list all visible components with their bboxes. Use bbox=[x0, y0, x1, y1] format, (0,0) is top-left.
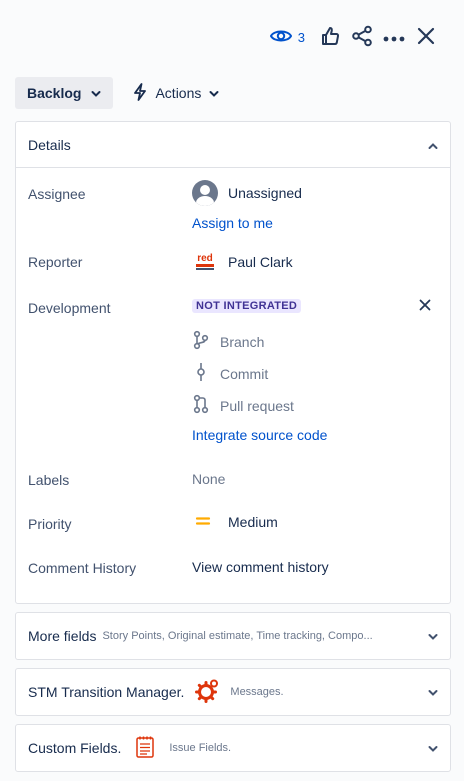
assignee-value: Unassigned bbox=[228, 185, 302, 201]
dev-item-label: Commit bbox=[220, 365, 269, 382]
commit-icon bbox=[192, 362, 210, 385]
view-comment-history-link[interactable]: View comment history bbox=[192, 559, 329, 575]
share-icon bbox=[351, 25, 373, 50]
reporter-value: Paul Clark bbox=[228, 254, 293, 270]
close-icon bbox=[417, 27, 435, 48]
more-fields-title: More fields bbox=[28, 628, 97, 644]
actions-dropdown[interactable]: Actions bbox=[123, 77, 229, 109]
details-panel: Details Assignee Unassigned Assign to me… bbox=[15, 121, 451, 604]
lightning-icon bbox=[133, 82, 147, 104]
custom-fields-header: Custom Fields. Issue Fields. bbox=[28, 735, 231, 762]
custom-fields-title: Custom Fields. bbox=[28, 740, 122, 756]
stm-header: STM Transition Manager. Messages. bbox=[28, 678, 284, 707]
more-fields-header: More fields Story Points, Original estim… bbox=[28, 628, 373, 644]
comment-history-label: Comment History bbox=[28, 560, 137, 576]
assignee-label: Assignee bbox=[28, 186, 86, 202]
close-button[interactable] bbox=[410, 22, 442, 52]
dev-item-label: Pull request bbox=[220, 397, 294, 414]
more-icon bbox=[383, 29, 405, 45]
dev-item-pull-request: Pull request bbox=[192, 394, 294, 417]
chevron-down-icon bbox=[428, 684, 438, 700]
pull-request-icon bbox=[192, 394, 210, 417]
branch-icon bbox=[192, 330, 210, 353]
dev-item-commit: Commit bbox=[192, 362, 268, 385]
labels-label: Labels bbox=[28, 472, 70, 488]
dismiss-development-button[interactable] bbox=[418, 298, 432, 315]
stm-title: STM Transition Manager. bbox=[28, 684, 185, 700]
chevron-down-icon bbox=[428, 740, 438, 756]
status-label: Backlog bbox=[27, 85, 82, 101]
assign-to-me-link[interactable]: Assign to me bbox=[192, 215, 273, 231]
chevron-down-icon bbox=[428, 628, 438, 644]
dev-item-branch: Branch bbox=[192, 330, 264, 353]
priority-value: Medium bbox=[228, 514, 278, 530]
custom-fields-subtitle: Issue Fields. bbox=[169, 742, 232, 754]
not-integrated-badge: NOT INTEGRATED bbox=[192, 299, 302, 313]
details-header[interactable]: Details bbox=[16, 122, 450, 168]
like-button[interactable] bbox=[314, 22, 346, 52]
labels-value[interactable]: None bbox=[192, 471, 225, 487]
stm-subtitle: Messages. bbox=[230, 686, 284, 698]
actions-label: Actions bbox=[155, 85, 202, 101]
dev-item-label: Branch bbox=[220, 333, 265, 350]
watch-button[interactable]: 3 bbox=[264, 22, 311, 52]
status-row: Backlog Actions bbox=[15, 77, 229, 109]
more-fields-summary: Story Points, Original estimate, Time tr… bbox=[102, 630, 373, 642]
integrate-source-code-link[interactable]: Integrate source code bbox=[192, 427, 327, 443]
assignee-field[interactable]: Unassigned bbox=[192, 180, 302, 206]
chevron-up-icon bbox=[428, 137, 438, 153]
share-button[interactable] bbox=[346, 22, 378, 52]
close-icon bbox=[418, 299, 432, 315]
reporter-avatar: red bbox=[192, 251, 218, 273]
avatar bbox=[192, 180, 218, 206]
details-title: Details bbox=[28, 136, 71, 153]
custom-fields-panel[interactable]: Custom Fields. Issue Fields. bbox=[15, 724, 451, 772]
chevron-down-icon bbox=[209, 85, 219, 101]
stm-panel[interactable]: STM Transition Manager. Messages. bbox=[15, 668, 451, 716]
thumbs-up-icon bbox=[320, 26, 340, 49]
issue-toolbar: 3 bbox=[264, 22, 442, 52]
chevron-down-icon bbox=[91, 85, 101, 101]
more-fields-panel[interactable]: More fields Story Points, Original estim… bbox=[15, 612, 451, 660]
priority-field[interactable]: Medium bbox=[192, 514, 278, 530]
reporter-label: Reporter bbox=[28, 254, 83, 270]
document-icon bbox=[135, 735, 155, 762]
reporter-field[interactable]: red Paul Clark bbox=[192, 251, 293, 273]
development-label: Development bbox=[28, 300, 111, 316]
status-dropdown[interactable]: Backlog bbox=[15, 77, 114, 109]
priority-medium-icon bbox=[192, 514, 214, 530]
watch-count: 3 bbox=[297, 29, 305, 45]
eye-icon bbox=[269, 28, 292, 47]
gear-icon bbox=[194, 678, 220, 707]
priority-label: Priority bbox=[28, 516, 72, 532]
more-actions-button[interactable] bbox=[378, 22, 410, 52]
